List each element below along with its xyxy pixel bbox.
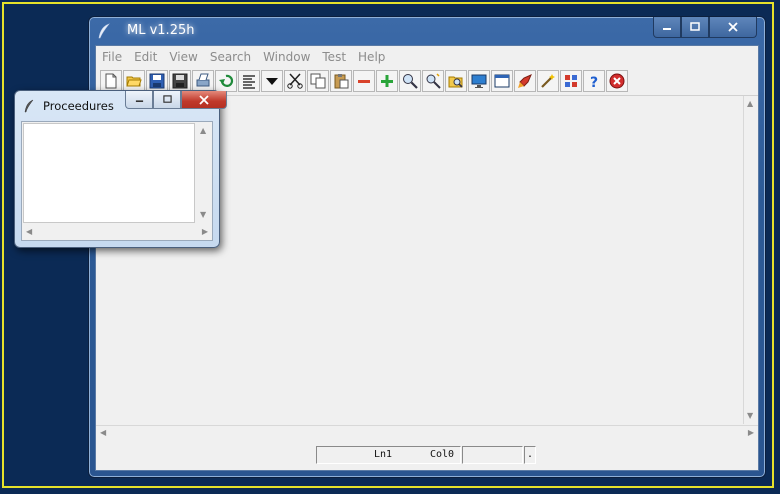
- status-col: Col0: [430, 449, 455, 460]
- wand-icon: [541, 74, 555, 88]
- horizontal-scrollbar[interactable]: ◀ ▶: [96, 425, 758, 440]
- cut-icon: [287, 73, 303, 89]
- help-icon: ?: [590, 75, 598, 89]
- minimize-icon: [135, 100, 143, 103]
- scroll-up-icon[interactable]: ▲: [747, 100, 753, 108]
- status-position: Ln1 Col0: [316, 446, 461, 464]
- paste-button[interactable]: [330, 70, 352, 92]
- maximize-button[interactable]: [681, 17, 709, 38]
- dropdown-icon: [266, 78, 278, 85]
- undo-icon: [219, 74, 234, 87]
- scroll-right-icon[interactable]: ▶: [202, 228, 208, 236]
- minus-icon: [358, 80, 370, 83]
- menu-window[interactable]: Window: [257, 50, 316, 64]
- open-folder-icon: [126, 76, 142, 87]
- find-button[interactable]: [422, 70, 444, 92]
- main-window-title: ML v1.25h: [127, 23, 195, 38]
- dropdown-button[interactable]: [261, 70, 283, 92]
- window-button[interactable]: [491, 70, 513, 92]
- scroll-down-icon[interactable]: ▼: [200, 211, 206, 219]
- zoom-icon: [403, 74, 418, 89]
- undo-button[interactable]: [215, 70, 237, 92]
- save-button[interactable]: [146, 70, 168, 92]
- wand-button[interactable]: [537, 70, 559, 92]
- window-icon: [494, 74, 510, 88]
- save-all-button[interactable]: [169, 70, 191, 92]
- help-button[interactable]: ?: [583, 70, 605, 92]
- plus-icon: [381, 75, 393, 87]
- close-icon: [199, 94, 209, 105]
- add-button[interactable]: [376, 70, 398, 92]
- paste-icon: [334, 74, 349, 89]
- menu-bar: File Edit View Search Window Test Help: [96, 46, 758, 68]
- menu-view[interactable]: View: [163, 50, 203, 64]
- close-icon: [728, 22, 738, 32]
- zoom-button[interactable]: [399, 70, 421, 92]
- copy-icon: [310, 73, 326, 89]
- procedures-title: Proceedures: [43, 99, 114, 113]
- close-button[interactable]: [709, 17, 757, 38]
- maximize-icon: [690, 22, 700, 31]
- run-button[interactable]: [514, 70, 536, 92]
- scroll-down-icon[interactable]: ▼: [747, 412, 753, 420]
- maximize-icon: [162, 95, 172, 103]
- procedures-vertical-scrollbar[interactable]: ▲ ▼: [196, 122, 212, 224]
- menu-edit[interactable]: Edit: [128, 50, 163, 64]
- stop-button[interactable]: [606, 70, 628, 92]
- procedures-minimize-button[interactable]: [125, 91, 153, 109]
- new-file-icon: [105, 73, 117, 89]
- procedures-horizontal-scrollbar[interactable]: ◀ ▶: [22, 224, 212, 240]
- stop-icon: [609, 73, 625, 89]
- remove-button[interactable]: [353, 70, 375, 92]
- run-icon: [518, 74, 532, 88]
- new-file-button[interactable]: [100, 70, 122, 92]
- status-extra: [462, 446, 523, 464]
- status-bar: Ln1 Col0 .: [96, 442, 758, 470]
- feather-icon: [98, 23, 110, 39]
- menu-help[interactable]: Help: [352, 50, 391, 64]
- save-icon: [149, 73, 165, 89]
- print-button[interactable]: [192, 70, 214, 92]
- grid-icon: [565, 75, 577, 87]
- save-all-icon: [172, 73, 188, 89]
- svg-text:?: ?: [590, 75, 598, 89]
- grid-button[interactable]: [560, 70, 582, 92]
- procedures-list[interactable]: [23, 123, 195, 223]
- minimize-icon: [663, 28, 671, 30]
- format-button[interactable]: [238, 70, 260, 92]
- scroll-right-icon[interactable]: ▶: [748, 429, 754, 437]
- vertical-scrollbar[interactable]: ▲ ▼: [743, 96, 758, 424]
- menu-test[interactable]: Test: [316, 50, 352, 64]
- menu-search[interactable]: Search: [204, 50, 257, 64]
- procedures-client: ▲ ▼ ◀ ▶: [21, 121, 213, 241]
- scroll-left-icon[interactable]: ◀: [100, 429, 106, 437]
- procedures-window: Proceedures ▲ ▼ ◀ ▶: [14, 90, 227, 248]
- feather-icon: [24, 99, 34, 113]
- main-title-bar[interactable]: ML v1.25h: [89, 17, 765, 45]
- monitor-button[interactable]: [468, 70, 490, 92]
- procedures-maximize-button[interactable]: [153, 91, 181, 109]
- minimize-button[interactable]: [653, 17, 681, 38]
- search-folder-button[interactable]: [445, 70, 467, 92]
- copy-button[interactable]: [307, 70, 329, 92]
- print-icon: [196, 73, 210, 87]
- status-tail: .: [524, 446, 536, 464]
- monitor-icon: [471, 74, 487, 88]
- open-button[interactable]: [123, 70, 145, 92]
- find-icon: [426, 73, 441, 89]
- menu-file[interactable]: File: [96, 50, 128, 64]
- cut-button[interactable]: [284, 70, 306, 92]
- scroll-left-icon[interactable]: ◀: [26, 228, 32, 236]
- scroll-up-icon[interactable]: ▲: [200, 127, 206, 135]
- status-line: Ln1: [374, 449, 393, 460]
- format-icon: [243, 75, 255, 89]
- search-folder-icon: [448, 76, 463, 88]
- procedures-close-button[interactable]: [181, 91, 227, 109]
